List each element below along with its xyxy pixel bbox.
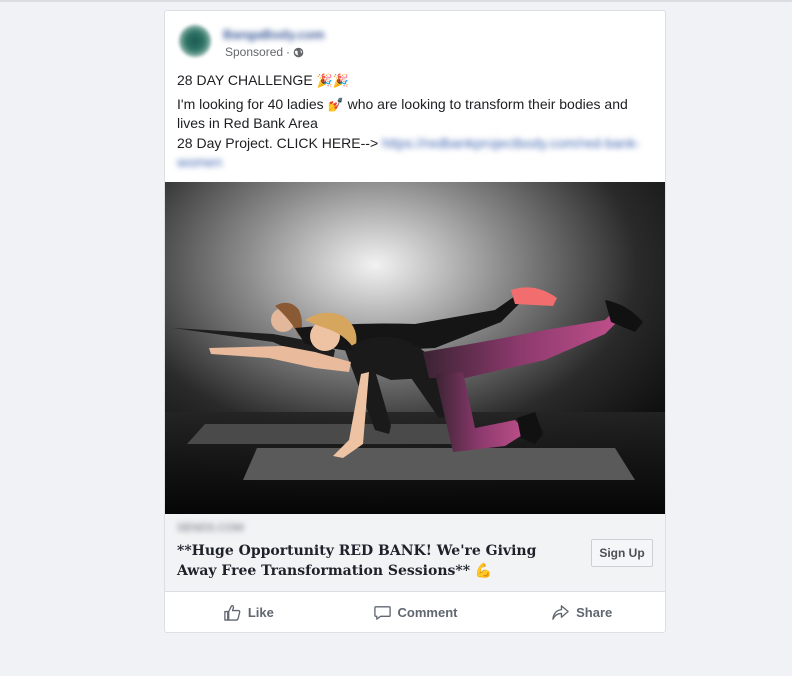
post-actions-bar: Like Comment Share <box>165 592 665 632</box>
call-to-action-text: 28 Day Project. CLICK HERE--> <box>177 134 379 151</box>
share-label: Share <box>576 604 613 620</box>
globe-icon[interactable] <box>293 47 304 58</box>
post-meta: Sponsored · <box>225 45 304 59</box>
challenge-title: 28 DAY CHALLENGE <box>177 72 313 88</box>
like-button[interactable]: Like <box>165 592 332 632</box>
comment-label: Comment <box>397 604 458 620</box>
sponsored-post-card: BangaBody.com Sponsored · 28 DAY CHALLEN… <box>164 10 666 633</box>
ad-image[interactable] <box>165 182 665 514</box>
post-message: 28 DAY CHALLENGE 🎉🎉 I'm looking for 40 l… <box>177 71 653 173</box>
party-popper-icon: 🎉🎉 <box>316 73 349 88</box>
top-border <box>0 0 792 2</box>
flexed-biceps-icon: 💪 <box>474 563 493 579</box>
thumbs-up-icon <box>224 604 241 621</box>
like-label: Like <box>247 604 274 620</box>
post-line-1: 28 DAY CHALLENGE 🎉🎉 <box>177 71 653 91</box>
share-arrow-icon <box>552 604 569 620</box>
meta-separator: · <box>286 45 291 59</box>
link-preview[interactable]: SENDS.COM **Huge Opportunity RED BANK! W… <box>165 514 665 592</box>
post-line-2: I'm looking for 40 ladies 💅 who are look… <box>177 95 653 134</box>
share-button[interactable]: Share <box>498 592 665 632</box>
page-name-link[interactable]: BangaBody.com <box>223 27 325 42</box>
nail-polish-icon: 💅 <box>327 96 344 112</box>
post-line-3: 28 Day Project. CLICK HERE--> https://re… <box>177 134 653 173</box>
sponsored-label[interactable]: Sponsored <box>225 45 283 59</box>
comment-button[interactable]: Comment <box>332 592 499 632</box>
link-domain: SENDS.COM <box>177 522 244 534</box>
comment-icon <box>373 605 391 620</box>
post-sentence-start: I'm looking for 40 ladies <box>177 95 324 112</box>
page-avatar[interactable] <box>179 25 211 57</box>
link-headline[interactable]: **Huge Opportunity RED BANK! We're Givin… <box>177 541 557 581</box>
sign-up-button[interactable]: Sign Up <box>591 539 653 567</box>
